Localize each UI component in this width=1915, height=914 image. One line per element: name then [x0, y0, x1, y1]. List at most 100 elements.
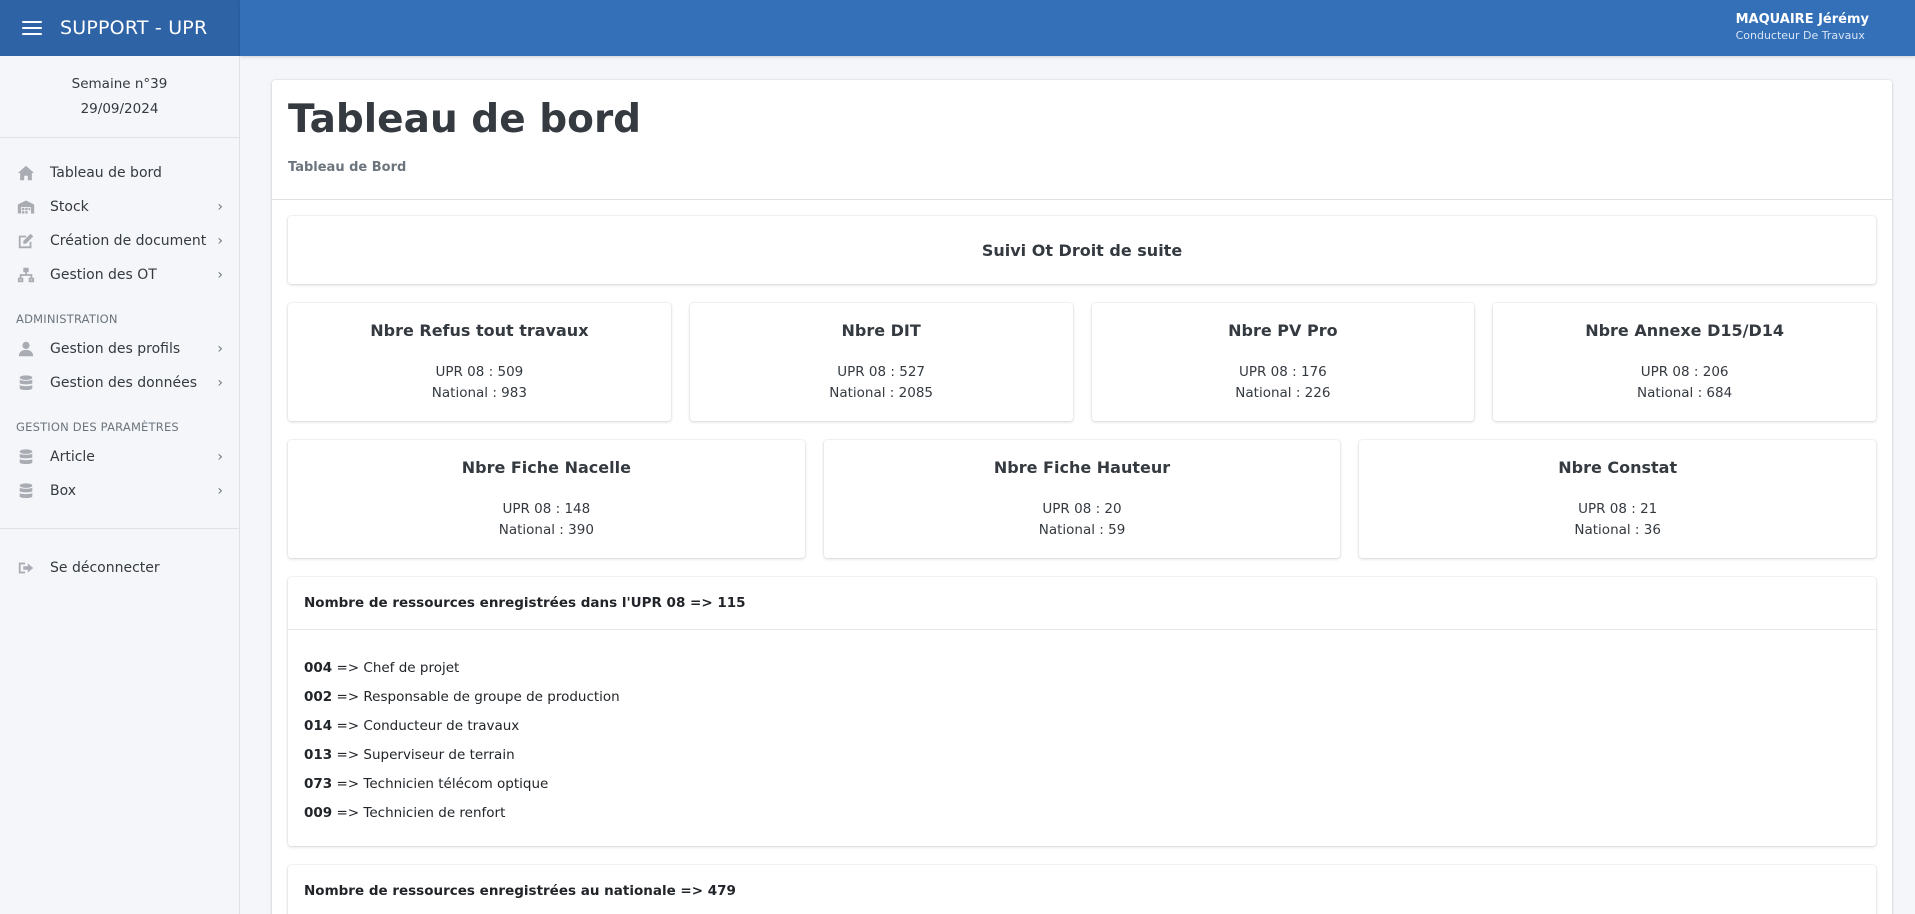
chevron-right-icon: ›	[217, 375, 223, 391]
app-title[interactable]: SUPPORT - UPR	[60, 17, 207, 39]
stats-row-1: Nbre Refus tout travaux UPR 08 : 509 Nat…	[288, 303, 1876, 421]
sidebar-item-stock[interactable]: Stock ›	[0, 190, 239, 224]
stat-title: Nbre PV Pro	[1228, 321, 1338, 340]
database-icon	[16, 482, 36, 500]
week-number: Semaine n°39	[71, 76, 168, 92]
database-icon	[16, 374, 36, 392]
stat-card-dit: Nbre DIT UPR 08 : 527 National : 2085	[689, 303, 1073, 421]
stat-card-refus: Nbre Refus tout travaux UPR 08 : 509 Nat…	[288, 303, 671, 421]
sidebar-item-gestion-profils[interactable]: Gestion des profils ›	[0, 332, 239, 366]
stat-upr: UPR 08 : 527	[837, 364, 926, 380]
sidebar-item-creation-document[interactable]: Création de document ›	[0, 224, 239, 258]
resource-count: 073	[304, 776, 333, 792]
stat-upr: UPR 08 : 20	[1042, 501, 1122, 517]
section-header-parametres: GESTION DES PARAMÈTRES	[16, 420, 179, 434]
resource-role: => Conducteur de travaux	[332, 718, 520, 734]
stat-title: Nbre Fiche Nacelle	[461, 458, 631, 477]
home-icon	[16, 164, 36, 182]
chevron-right-icon: ›	[217, 483, 223, 499]
stat-title: Nbre DIT	[841, 321, 921, 340]
resource-count: 013	[304, 747, 333, 763]
resource-count: 009	[304, 805, 333, 821]
chevron-right-icon: ›	[217, 267, 223, 283]
stat-national: National : 390	[498, 522, 594, 538]
page-header: Tableau de bord Tableau de Bord	[272, 80, 1892, 200]
sidebar-item-gestion-donnees[interactable]: Gestion des données ›	[0, 366, 239, 400]
stat-card-annexe: Nbre Annexe D15/D14 UPR 08 : 206 Nationa…	[1493, 303, 1876, 421]
stat-upr: UPR 08 : 509	[435, 364, 524, 380]
user-icon	[16, 340, 36, 358]
logout-link[interactable]: Se déconnecter	[0, 551, 239, 585]
sidebar-item-box[interactable]: Box ›	[0, 474, 239, 508]
sidebar-item-label: Création de document	[50, 233, 207, 249]
stat-national: National : 684	[1637, 385, 1733, 401]
top-navbar: MAQUAIRE Jérémy Conducteur De Travaux	[240, 0, 1915, 56]
sidebar-item-label: Tableau de bord	[50, 165, 162, 181]
sidebar-item-gestion-ot[interactable]: Gestion des OT ›	[0, 258, 239, 292]
dashboard-card: Tableau de bord Tableau de Bord Suivi Ot…	[272, 80, 1892, 914]
user-role: Conducteur De Travaux	[1735, 29, 1865, 42]
chevron-right-icon: ›	[217, 341, 223, 357]
resources-national-card: Nombre de ressources enregistrées au nat…	[288, 865, 1876, 914]
hamburger-menu-icon[interactable]	[22, 21, 42, 35]
sidebar-item-label: Gestion des données	[50, 375, 197, 391]
section-header-administration: ADMINISTRATION	[16, 312, 118, 326]
list-item: 009 => Technicien de renfort	[304, 799, 1860, 828]
dashboard-content: Suivi Ot Droit de suite Nbre Refus tout …	[272, 200, 1892, 914]
stat-card-pv-pro: Nbre PV Pro UPR 08 : 176 National : 226	[1091, 303, 1475, 421]
list-item: 013 => Superviseur de terrain	[304, 741, 1860, 770]
resource-role: => Chef de projet	[332, 660, 460, 676]
stat-national: National : 2085	[829, 385, 933, 401]
sidebar-item-label: Gestion des OT	[50, 267, 157, 283]
logout-divider: Se déconnecter	[0, 528, 239, 585]
logout-label: Se déconnecter	[50, 560, 160, 576]
list-item: 073 => Technicien télécom optique	[304, 770, 1860, 799]
resources-upr-header: Nombre de ressources enregistrées dans l…	[288, 577, 1876, 630]
resources-national-header: Nombre de ressources enregistrées au nat…	[304, 883, 736, 899]
main-content: Tableau de bord Tableau de Bord Suivi Ot…	[272, 80, 1892, 914]
stat-card-constat: Nbre Constat UPR 08 : 21 National : 36	[1359, 440, 1877, 558]
brand-bar: SUPPORT - UPR	[0, 0, 240, 56]
sidebar-item-label: Stock	[50, 199, 89, 215]
sitemap-icon	[16, 266, 36, 284]
chevron-right-icon: ›	[217, 449, 223, 465]
chevron-right-icon: ›	[217, 233, 223, 249]
list-item: 004 => Chef de projet	[304, 654, 1860, 683]
sign-out-icon	[16, 559, 36, 577]
section-title-card: Suivi Ot Droit de suite	[288, 216, 1876, 284]
resources-upr-list: 004 => Chef de projet 002 => Responsable…	[288, 630, 1876, 846]
list-item: 014 => Conducteur de travaux	[304, 712, 1860, 741]
sidebar-nav: Tableau de bord Stock › Création de docu…	[0, 138, 239, 585]
user-menu[interactable]: MAQUAIRE Jérémy Conducteur De Travaux	[1736, 12, 1869, 42]
resource-count: 002	[304, 689, 333, 705]
page-subtitle: Tableau de Bord	[288, 160, 407, 175]
stat-national: National : 226	[1235, 385, 1331, 401]
resources-upr-card: Nombre de ressources enregistrées dans l…	[288, 577, 1876, 846]
stat-upr: UPR 08 : 206	[1640, 364, 1729, 380]
sidebar-item-label: Article	[50, 449, 95, 465]
sidebar-item-label: Box	[50, 483, 77, 499]
resource-role: => Responsable de groupe de production	[332, 689, 620, 705]
stat-upr: UPR 08 : 148	[502, 501, 591, 517]
section-title: Suivi Ot Droit de suite	[981, 240, 1183, 260]
current-date: 29/09/2024	[80, 101, 159, 117]
stat-title: Nbre Annexe D15/D14	[1585, 321, 1785, 340]
stat-title: Nbre Fiche Hauteur	[993, 458, 1171, 477]
stats-row-2: Nbre Fiche Nacelle UPR 08 : 148 National…	[288, 440, 1877, 558]
stat-title: Nbre Constat	[1558, 458, 1678, 477]
sidebar-item-tableau-de-bord[interactable]: Tableau de bord	[0, 156, 239, 190]
user-name: MAQUAIRE Jérémy	[1735, 12, 1869, 27]
stat-upr: UPR 08 : 21	[1578, 501, 1658, 517]
sidebar-item-article[interactable]: Article ›	[0, 440, 239, 474]
resource-role: => Technicien de renfort	[332, 805, 506, 821]
stat-national: National : 59	[1038, 522, 1126, 538]
stat-national: National : 36	[1574, 522, 1661, 538]
sidebar: Semaine n°39 29/09/2024 Tableau de bord …	[0, 56, 240, 914]
stat-card-hauteur: Nbre Fiche Hauteur UPR 08 : 20 National …	[823, 440, 1341, 558]
resource-count: 014	[304, 718, 333, 734]
list-item: 002 => Responsable de groupe de producti…	[304, 683, 1860, 712]
stat-national: National : 983	[431, 385, 527, 401]
resource-count: 004	[304, 660, 333, 676]
database-icon	[16, 448, 36, 466]
warehouse-icon	[16, 198, 36, 216]
